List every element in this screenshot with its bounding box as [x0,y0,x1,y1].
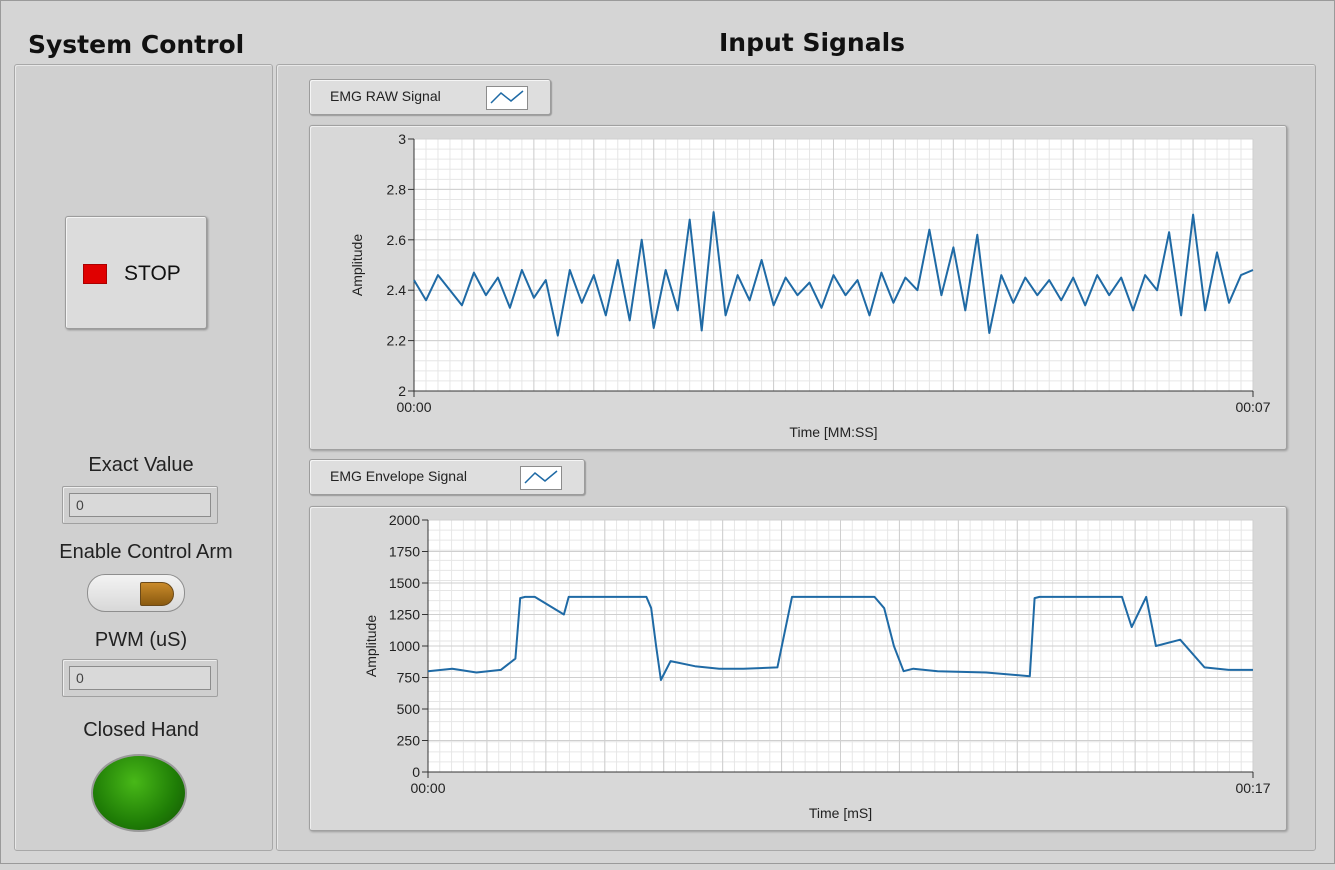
y-tick-label: 750 [397,670,421,686]
y-tick-label: 2000 [389,512,420,528]
x-axis-title: Time [mS] [809,805,872,821]
raw-signal-chart: 2 2.2 2.4 2.6 2.8 3 00:00 00:07 Time [MM:SS] Ampl… [349,131,1271,440]
y-tick-label: 2.2 [387,333,407,349]
stop-button[interactable]: STOP [65,216,207,329]
y-tick-label: 1750 [389,544,420,560]
x-tick-label: 00:00 [410,780,445,796]
pwm-label: PWM (uS) [94,629,188,651]
raw-plot-legend[interactable]: EMG RAW Signal [309,79,551,115]
envelope-signal-graph[interactable]: 0 250 500 750 1000 1250 1500 1750 2000 00:00 00:17… [309,506,1287,831]
y-tick-label: 250 [397,733,421,749]
toggle-knob-icon [140,582,174,606]
x-axis-title: Time [MM:SS] [789,424,877,440]
y-tick-label: 0 [412,764,420,780]
line-plot-icon [486,86,528,110]
y-tick-label: 1500 [389,575,420,591]
enable-control-arm-label: Enable Control Arm [59,541,233,563]
exact-value-label: Exact Value [88,454,194,476]
raw-legend-label: EMG RAW Signal [330,88,441,104]
envelope-plot-legend[interactable]: EMG Envelope Signal [309,459,585,495]
y-tick-label: 2.4 [387,282,407,298]
envelope-signal-chart: 0 250 500 750 1000 1250 1500 1750 2000 00:00 00:17… [363,512,1271,821]
y-axis-title: Amplitude [349,234,365,296]
system-control-title: System Control [28,30,245,59]
exact-value-indicator: 0 [62,486,218,524]
y-tick-label: 2 [398,383,406,399]
closed-hand-label: Closed Hand [83,719,199,741]
stop-led-icon [83,264,107,284]
stop-button-label: STOP [124,262,181,285]
y-tick-label: 1250 [389,607,420,623]
input-signals-title: Input Signals [719,28,906,57]
y-tick-label: 2.8 [387,181,407,197]
line-plot-icon [520,466,562,490]
exact-value-display: 0 [69,493,211,517]
closed-hand-led-icon [91,754,187,832]
y-tick-label: 3 [398,131,406,147]
x-tick-label: 00:00 [396,399,431,415]
pwm-indicator: 0 [62,659,218,697]
envelope-legend-label: EMG Envelope Signal [330,468,467,484]
y-tick-label: 500 [397,701,421,717]
y-tick-label: 1000 [389,638,420,654]
x-tick-label: 00:07 [1235,399,1270,415]
pwm-display: 0 [69,666,211,690]
x-tick-label: 00:17 [1235,780,1270,796]
enable-control-arm-toggle[interactable] [87,574,185,612]
raw-signal-graph[interactable]: 2 2.2 2.4 2.6 2.8 3 00:00 00:07 Time [MM:SS] Ampl… [309,125,1287,450]
y-tick-label: 2.6 [387,232,407,248]
y-axis-title: Amplitude [363,615,379,677]
application-window: System Control Input Signals STOP Exact … [0,0,1335,864]
